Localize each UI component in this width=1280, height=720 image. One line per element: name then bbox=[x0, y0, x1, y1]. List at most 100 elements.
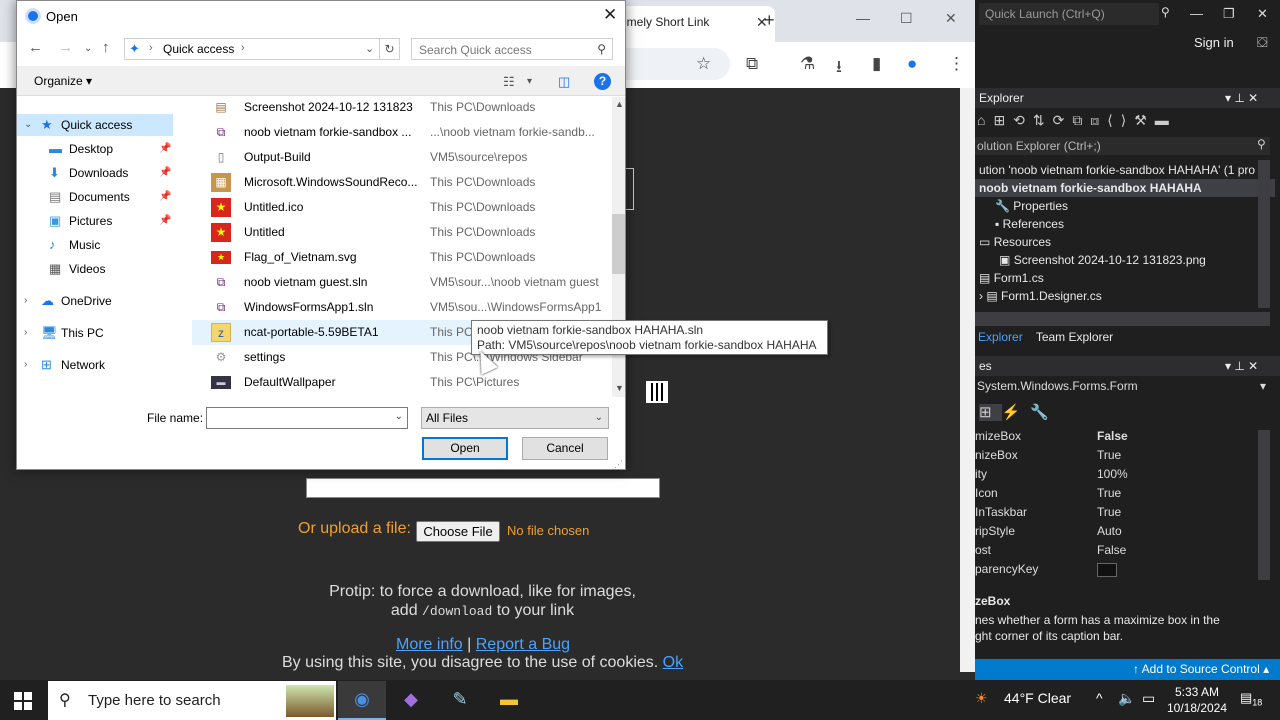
nav-this-pc[interactable]: › 🖥 This PC bbox=[17, 322, 173, 344]
address-breadcrumb[interactable]: ✦ › Quick access › ⌄ bbox=[124, 38, 380, 60]
file-row[interactable]: ⧉ WindowsFormsApp1.sln VM5\sou...\WindowsF… bbox=[192, 295, 612, 320]
profile-icon[interactable]: ● bbox=[907, 54, 917, 74]
preview-pane-icon[interactable]: ◫ bbox=[558, 74, 570, 90]
categorized-icon[interactable]: ⊞ bbox=[979, 404, 1002, 421]
extensions-icon[interactable]: ⧉ bbox=[746, 54, 758, 74]
paint-taskbar-icon[interactable]: ✎ bbox=[436, 681, 484, 720]
scroll-down-icon[interactable]: ▼ bbox=[615, 383, 624, 393]
taskbar-search[interactable]: ⚲ Type here to search bbox=[48, 681, 336, 720]
breadcrumb-chevron-icon[interactable]: › bbox=[241, 42, 245, 54]
color-swatch[interactable] bbox=[1097, 563, 1117, 577]
resize-grip-icon[interactable]: ⋰ bbox=[614, 459, 623, 470]
file-row[interactable]: ★ Untitled This PC\Downloads bbox=[192, 220, 612, 245]
file-name-input[interactable]: ⌄ bbox=[206, 407, 408, 429]
prop-row[interactable]: ripStyle Auto bbox=[975, 522, 1265, 541]
back-icon[interactable]: ← bbox=[28, 39, 43, 56]
tab-team-explorer[interactable]: Team Explorer bbox=[1036, 330, 1113, 344]
nav-desktop[interactable]: ▬ Desktop 📌 bbox=[17, 138, 173, 160]
chevron-down-icon[interactable]: ⌄ bbox=[395, 411, 403, 422]
bookmark-star-icon[interactable]: ☆ bbox=[696, 54, 711, 74]
property-pages-icon[interactable]: 🔧 bbox=[1030, 404, 1059, 421]
prop-row[interactable]: nizeBox True bbox=[975, 446, 1265, 465]
nav-pictures[interactable]: ▣ Pictures 📌 bbox=[17, 210, 173, 232]
forward-icon[interactable]: → bbox=[58, 39, 73, 56]
properties-toolbar[interactable]: ⊞⚡🔧 bbox=[979, 403, 1059, 421]
props-vscrollbar[interactable] bbox=[1258, 430, 1270, 580]
lab-flask-icon[interactable]: ⚗ bbox=[800, 54, 815, 74]
organize-button[interactable]: Organize ▾ bbox=[34, 74, 92, 88]
tray-chevron-icon[interactable]: ^ bbox=[1096, 690, 1103, 706]
solution-toolbar[interactable]: ⌂⊞⟲⇅⟳⧉⧈⟨⟩⚒▬ bbox=[977, 112, 1177, 129]
nav-onedrive[interactable]: › ☁ OneDrive bbox=[17, 290, 173, 312]
maximize-icon[interactable]: ☐ bbox=[900, 10, 913, 27]
file-row[interactable]: ★ Untitled.ico This PC\Downloads bbox=[192, 195, 612, 220]
side-panel-icon[interactable]: ▮ bbox=[872, 54, 881, 74]
properties-object-select[interactable]: System.Windows.Forms.Form ▾ bbox=[975, 379, 1270, 397]
file-explorer-taskbar-icon[interactable]: ▬ bbox=[485, 681, 533, 720]
breadcrumb-quick-access[interactable]: Quick access bbox=[163, 42, 234, 56]
report-bug-link[interactable]: Report a Bug bbox=[476, 636, 570, 653]
prop-row[interactable]: ity 100% bbox=[975, 465, 1265, 484]
vs-restore-icon[interactable]: ❐ bbox=[1223, 6, 1235, 22]
volume-icon[interactable]: 🔈 bbox=[1118, 690, 1135, 707]
scrollbar-thumb[interactable] bbox=[612, 214, 625, 274]
events-icon[interactable]: ⚡ bbox=[1002, 404, 1031, 421]
weather-text[interactable]: 44°F Clear bbox=[1004, 690, 1071, 706]
tree-project[interactable]: noob vietnam forkie-sandbox HAHAHA bbox=[975, 179, 1275, 197]
more-info-link[interactable]: More info bbox=[396, 636, 463, 653]
search-icon[interactable]: ⚲ bbox=[1161, 5, 1170, 19]
tab-solution-explorer[interactable]: Explorer bbox=[978, 330, 1023, 344]
tree-hscrollbar[interactable] bbox=[975, 312, 1270, 326]
vs-minimize-icon[interactable]: — bbox=[1190, 6, 1203, 21]
nav-videos[interactable]: ▦ Videos bbox=[17, 258, 173, 280]
start-windows-icon[interactable] bbox=[14, 692, 32, 710]
change-view-icon[interactable]: ☷ bbox=[503, 74, 515, 90]
taskbar-clock[interactable]: 5:33 AM 10/18/2024 bbox=[1162, 684, 1232, 716]
tree-vscrollbar[interactable] bbox=[1258, 160, 1270, 308]
search-input[interactable]: Search Quick access ⚲ bbox=[411, 38, 613, 60]
recent-locations-icon[interactable]: ⌄ bbox=[84, 43, 92, 54]
view-dropdown-icon[interactable]: ▾ bbox=[527, 76, 532, 87]
file-row[interactable]: ⧉ noob vietnam guest.sln VM5\sour...\noob … bbox=[192, 270, 612, 295]
up-folder-icon[interactable]: ↑ bbox=[102, 39, 110, 56]
tree-properties[interactable]: 🔧 Properties bbox=[975, 197, 1275, 215]
chrome-taskbar-icon[interactable]: ◉ bbox=[338, 681, 386, 720]
prop-row[interactable]: mizeBox False bbox=[975, 427, 1265, 446]
new-tab-icon[interactable]: + bbox=[764, 10, 775, 31]
solution-search-icon[interactable]: ⚲ bbox=[1257, 137, 1266, 151]
file-row[interactable]: ★ Flag_of_Vietnam.svg This PC\Downloads bbox=[192, 245, 612, 270]
nav-music[interactable]: ♪ Music bbox=[17, 234, 173, 256]
tree-references[interactable]: ▪ References bbox=[975, 215, 1275, 233]
link-textarea[interactable] bbox=[306, 478, 660, 498]
cookie-ok-link[interactable]: Ok bbox=[663, 654, 683, 671]
notification-icon[interactable]: ▤18 bbox=[1240, 690, 1262, 708]
help-icon[interactable]: ? bbox=[594, 73, 611, 90]
address-dropdown-icon[interactable]: ⌄ bbox=[365, 42, 374, 55]
tree-screenshot[interactable]: ▣ Screenshot 2024-10-12 131823.png bbox=[975, 251, 1275, 269]
scroll-up-icon[interactable]: ▲ bbox=[615, 99, 624, 109]
tree-form1-designer[interactable]: › ▤ Form1.Designer.cs bbox=[975, 287, 1275, 305]
vs-close-icon[interactable]: ✕ bbox=[1257, 6, 1268, 22]
file-row[interactable]: ▬ DefaultWallpaper This PC\Pictures bbox=[192, 370, 612, 395]
refresh-icon[interactable]: ↻ bbox=[380, 38, 400, 60]
file-row[interactable]: ▤ Screenshot 2024-10-12 131823 This PC\Dow… bbox=[192, 97, 612, 120]
cancel-button[interactable]: Cancel bbox=[522, 437, 608, 460]
close-window-icon[interactable]: ✕ bbox=[945, 10, 957, 27]
menu-kebab-icon[interactable]: ⋮ bbox=[948, 54, 965, 74]
solution-search-input[interactable]: olution Explorer (Ctrl+;) bbox=[975, 137, 1270, 155]
account-icon[interactable]: ⛋ bbox=[1257, 34, 1268, 51]
address-bar[interactable] bbox=[620, 48, 730, 80]
quick-launch-input[interactable]: Quick Launch (Ctrl+Q) bbox=[979, 3, 1159, 25]
tree-resources[interactable]: ▭ Resources bbox=[975, 233, 1275, 251]
nav-downloads[interactable]: ⬇ Downloads 📌 bbox=[17, 162, 173, 184]
file-row[interactable]: ▯ Output-Build VM5\source\repos bbox=[192, 145, 612, 170]
dialog-close-icon[interactable]: ✕ bbox=[603, 5, 617, 25]
open-button[interactable]: Open bbox=[422, 437, 508, 460]
prop-row[interactable]: InTaskbar True bbox=[975, 503, 1265, 522]
sign-in-link[interactable]: Sign in bbox=[1194, 35, 1234, 50]
network-tray-icon[interactable]: ▭ bbox=[1142, 690, 1155, 707]
nav-quick-access[interactable]: ⌄ ★ Quick access bbox=[17, 114, 173, 136]
nav-network[interactable]: › ⊞ Network bbox=[17, 354, 173, 376]
weather-icon[interactable]: ☀ bbox=[975, 690, 988, 707]
browser-tab[interactable]: emely Short Link bbox=[600, 6, 775, 42]
